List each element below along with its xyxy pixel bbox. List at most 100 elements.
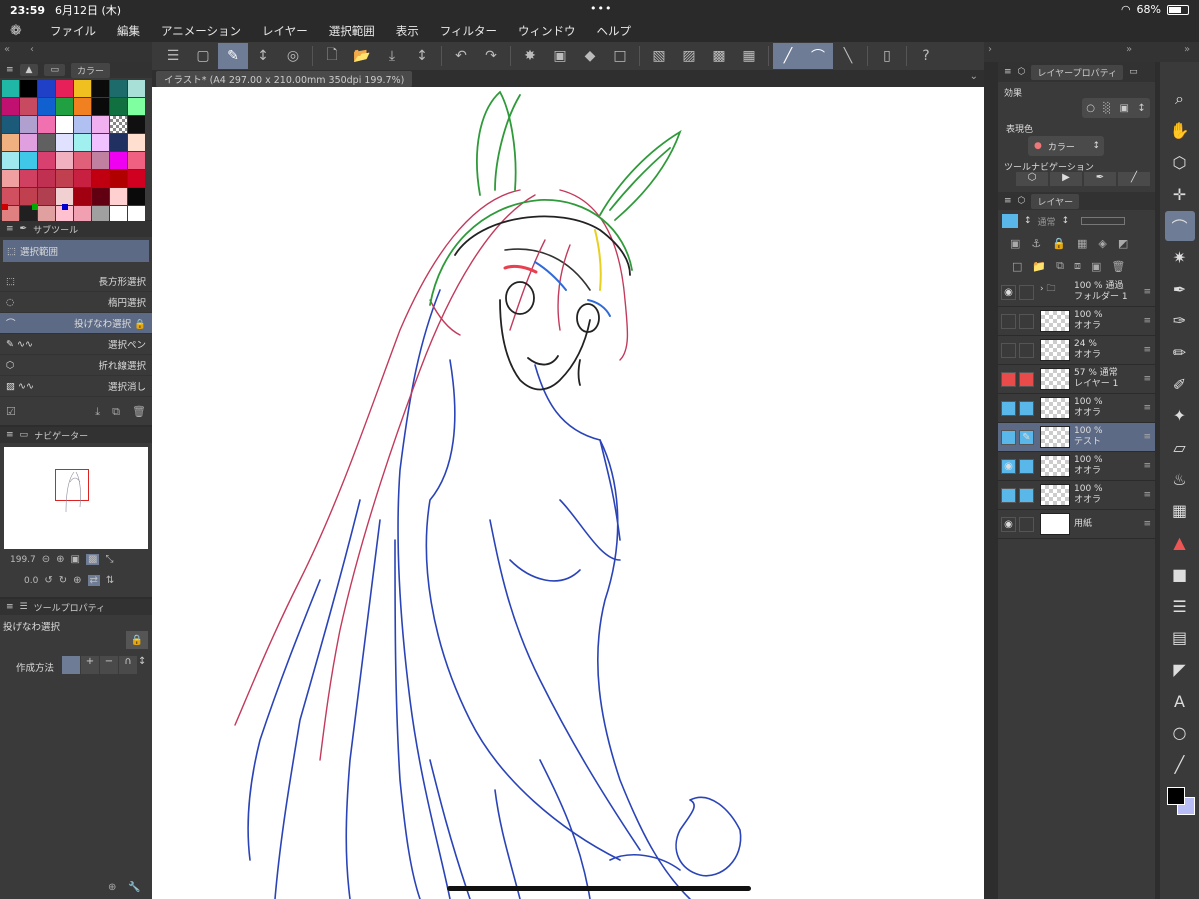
color-swatch[interactable]	[38, 188, 55, 205]
color-swatch[interactable]	[56, 98, 73, 115]
menu-filter[interactable]: フィルター	[440, 23, 497, 39]
updown-icon-2[interactable]: ↕	[407, 43, 437, 69]
eyedropper-tool-icon[interactable]: ✒	[1165, 274, 1195, 304]
visibility-eye-icon[interactable]	[1001, 429, 1016, 445]
menu-file[interactable]: ファイル	[50, 23, 96, 39]
layer-color-swatch[interactable]	[1002, 214, 1018, 228]
color-swatch[interactable]	[56, 80, 73, 97]
snap-grid-icon[interactable]: ╲	[833, 43, 863, 69]
visibility-eye-icon[interactable]	[1001, 313, 1016, 329]
flip-horizontal-icon[interactable]: ⇄	[87, 575, 100, 586]
object-tool-icon[interactable]: ⬡	[1165, 147, 1195, 177]
eraser-tool-icon[interactable]: ▱	[1165, 433, 1195, 463]
color-swatch[interactable]	[20, 116, 37, 133]
visibility-eye-icon[interactable]	[1001, 371, 1016, 387]
hand-tool-icon[interactable]: ✋	[1165, 116, 1195, 146]
layer-row[interactable]: ◉ 用紙 ≡	[998, 510, 1155, 539]
loading-icon[interactable]: ✸	[515, 43, 545, 69]
panel-menu-icon[interactable]: ≡	[1004, 196, 1012, 206]
delete-layer-icon[interactable]: 🗑	[1111, 260, 1125, 273]
blend-stepper-icon-2[interactable]: ↕	[1062, 216, 1070, 226]
intersect-selection-button[interactable]: ∩	[119, 656, 137, 674]
color-swatch[interactable]	[92, 116, 109, 133]
pencil-tool-icon[interactable]: ✏	[1165, 338, 1195, 368]
color-swatch[interactable]	[56, 152, 73, 169]
menu-window[interactable]: ウィンドウ	[518, 23, 576, 39]
color-swatch[interactable]	[56, 134, 73, 151]
layer-property-extra-tab-icon[interactable]: ▭	[1129, 67, 1138, 77]
color-swatch[interactable]	[20, 188, 37, 205]
layer-row[interactable]: ◉ › 🗀 100 % 通過 フォルダー 1 ≡	[998, 278, 1155, 307]
actual-size-icon[interactable]: ▣	[71, 554, 80, 565]
canvas-tab[interactable]: イラスト* (A4 297.00 x 210.00mm 350dpi 199.7…	[156, 71, 413, 87]
mask-enable-icon[interactable]: ◈	[1098, 237, 1106, 250]
color-swatch[interactable]	[74, 170, 91, 187]
subtool-selection-eraser[interactable]: ▨ ∿∿ 選択消し	[0, 376, 152, 397]
panel-menu-icon[interactable]: ≡	[6, 65, 14, 75]
new-raster-layer-icon[interactable]: □	[1012, 260, 1022, 273]
layer-mask-icon[interactable]: ▣	[1091, 260, 1101, 273]
shrink-selection-icon[interactable]: ▦	[734, 43, 764, 69]
help-icon[interactable]: ?	[911, 43, 941, 69]
color-swatch[interactable]	[74, 116, 91, 133]
color-swatch[interactable]	[56, 170, 73, 187]
color-swatch[interactable]	[74, 188, 91, 205]
new-folder-icon[interactable]: 📁	[1032, 260, 1046, 273]
tone-effect-icon[interactable]: ░	[1103, 103, 1111, 114]
color-swatch[interactable]	[128, 188, 145, 205]
color-swatch[interactable]	[128, 98, 145, 115]
nav-select-icon[interactable]: ▶	[1050, 172, 1082, 186]
layer-row[interactable]: ✎ 100 % テスト ≡	[998, 423, 1155, 452]
undo-icon[interactable]: ↶	[446, 43, 476, 69]
panel-menu-icon[interactable]: ≡	[6, 430, 14, 440]
visibility-eye-icon[interactable]	[1001, 487, 1016, 503]
fill-icon[interactable]: ◆	[575, 43, 605, 69]
menu-view[interactable]: 表示	[396, 23, 419, 39]
subtract-selection-button[interactable]: −	[100, 656, 118, 674]
trash-icon[interactable]: 🗑	[132, 405, 146, 423]
layer-row[interactable]: 100 % オオラ ≡	[998, 481, 1155, 510]
opacity-slider[interactable]	[1081, 217, 1126, 225]
color-swatch[interactable]	[74, 80, 91, 97]
menu-layer[interactable]: レイヤー	[262, 23, 308, 39]
color-swatch[interactable]	[20, 152, 37, 169]
nav-eyedropper-icon[interactable]: ✒	[1084, 172, 1116, 186]
color-swatch[interactable]	[38, 98, 55, 115]
color-picker[interactable]	[1165, 785, 1195, 819]
color-swatch[interactable]	[38, 116, 55, 133]
layer-panel-title[interactable]: レイヤー	[1031, 193, 1080, 209]
import-icon[interactable]: ⤓	[95, 405, 100, 423]
layer-lock-toggle[interactable]	[1019, 400, 1034, 416]
zoom-out-icon[interactable]: ⊝	[42, 554, 50, 565]
fill-tool-icon[interactable]: ▲	[1165, 528, 1195, 558]
blend-tool-icon[interactable]: ♨	[1165, 464, 1195, 494]
nav-3d-icon[interactable]: ⬡	[1016, 172, 1048, 186]
layer-row[interactable]: 57 % 通常 レイヤー 1 ≡	[998, 365, 1155, 394]
color-swatch[interactable]	[38, 152, 55, 169]
tab-color-slider[interactable]: ▭	[44, 64, 65, 76]
edit-mode-icon[interactable]: ✎	[218, 43, 248, 69]
visibility-eye-icon[interactable]: ◉	[1001, 458, 1016, 474]
frame-tool-icon[interactable]: ▤	[1165, 623, 1195, 653]
expand-selection-icon[interactable]: ▩	[704, 43, 734, 69]
subtool-settings-icon[interactable]: ☑	[6, 405, 16, 423]
color-swatch[interactable]	[2, 170, 19, 187]
rotate-left-icon[interactable]: ↺	[44, 575, 52, 586]
airbrush-tool-icon[interactable]: ✦	[1165, 401, 1195, 431]
color-swatch[interactable]	[128, 152, 145, 169]
layer-lock-toggle[interactable]	[1019, 342, 1034, 358]
layer-menu-icon[interactable]: ≡	[1143, 316, 1151, 326]
subtool-ellipse-select[interactable]: ◌ 楕円選択	[0, 292, 152, 313]
collapse-tools-icon[interactable]: »	[1184, 44, 1190, 55]
pen-tool-icon[interactable]: ✑	[1165, 306, 1195, 336]
new-selection-button[interactable]	[62, 656, 80, 674]
add-selection-button[interactable]: +	[81, 656, 99, 674]
wrench-icon[interactable]: 🔧	[128, 882, 140, 893]
color-swatch[interactable]	[92, 98, 109, 115]
hamburger-menu-icon[interactable]: ☰	[158, 43, 188, 69]
zoom-in-icon[interactable]: ⊕	[56, 554, 64, 565]
selection-tool-icon[interactable]: ⌒	[1164, 210, 1195, 241]
color-swatch[interactable]	[110, 152, 127, 169]
auto-select-tool-icon[interactable]: ✷	[1165, 242, 1195, 272]
flip-vertical-icon[interactable]: ⇅	[106, 575, 114, 586]
